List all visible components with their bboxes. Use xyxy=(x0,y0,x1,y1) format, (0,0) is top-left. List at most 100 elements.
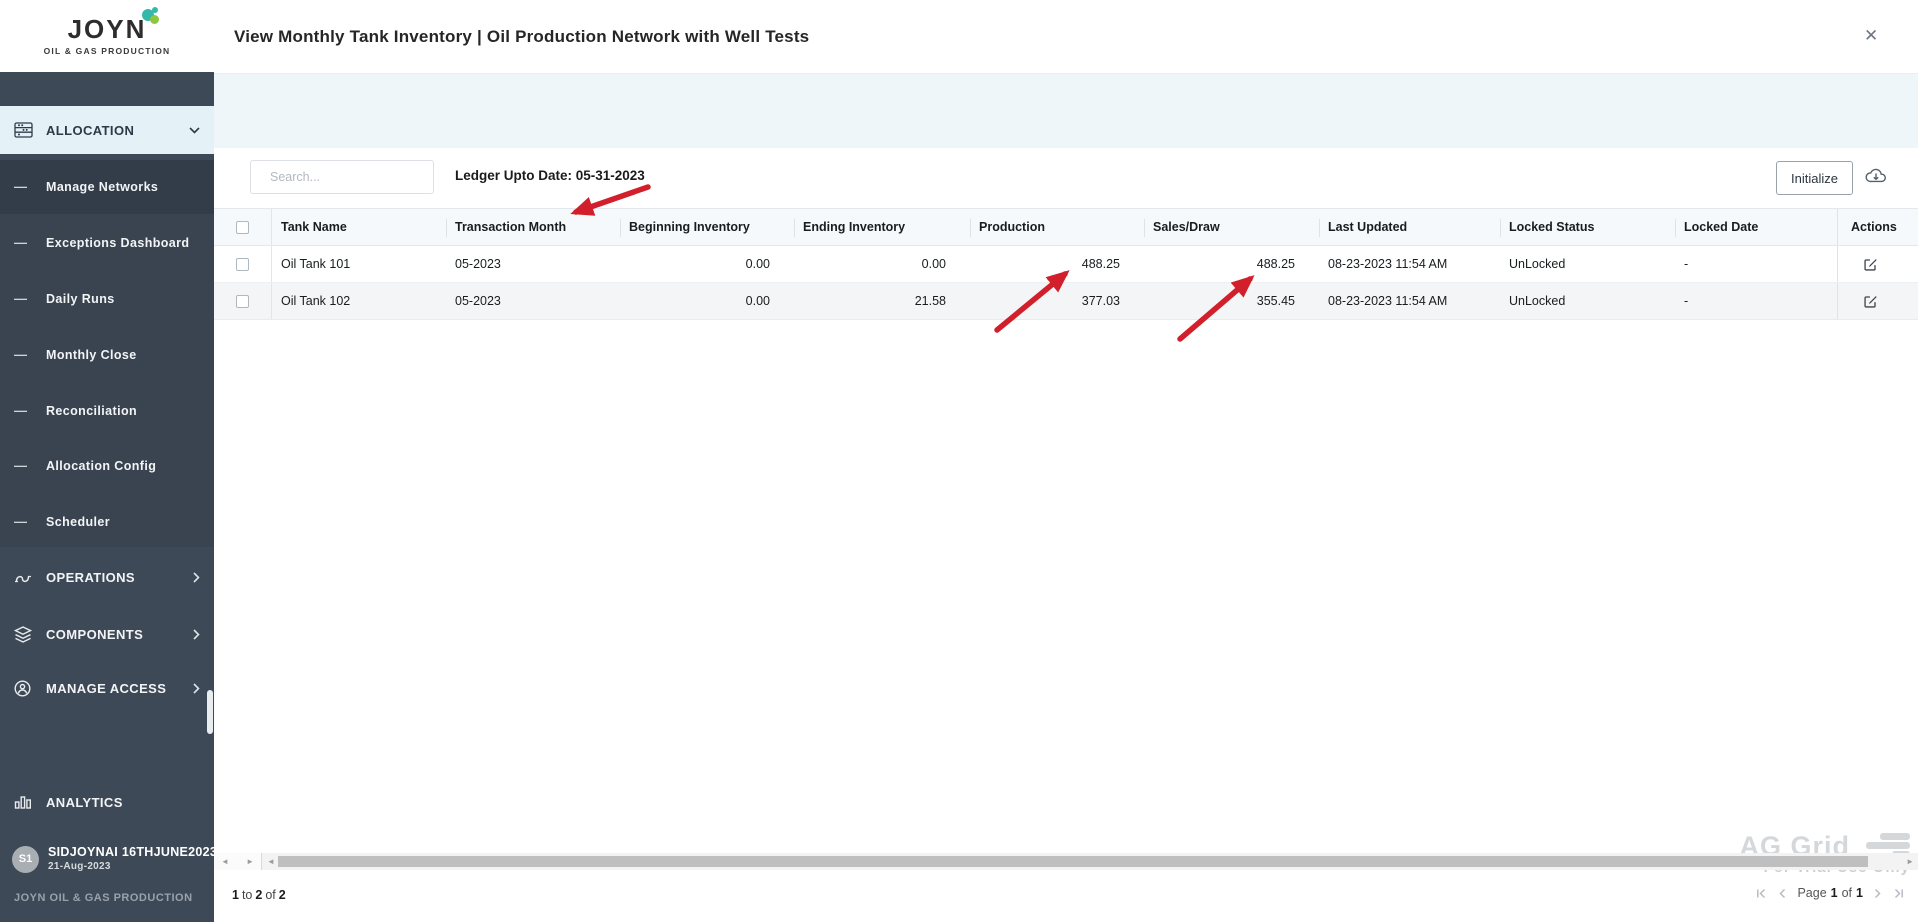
sidebar-item-label: ALLOCATION xyxy=(46,122,135,138)
allocation-icon xyxy=(14,122,36,138)
column-header-locked-date[interactable]: Locked Date xyxy=(1675,209,1837,245)
cell-transaction-month: 05-2023 xyxy=(455,257,501,271)
cell-production: 377.03 xyxy=(1081,294,1120,308)
column-header-locked-status[interactable]: Locked Status xyxy=(1500,209,1675,245)
cell-locked-date: - xyxy=(1684,294,1689,308)
column-header-ending-inventory[interactable]: Ending Inventory xyxy=(794,209,970,245)
column-header-sales-draw[interactable]: Sales/Draw xyxy=(1144,209,1319,245)
cell-transaction-month: 05-2023 xyxy=(455,294,501,308)
table-header-row: Tank Name Transaction Month Beginning In… xyxy=(214,208,1918,246)
dash-icon: — xyxy=(14,291,27,306)
scrollbar-track[interactable]: ◄ ► xyxy=(262,853,1918,870)
search-input[interactable] xyxy=(270,170,431,184)
summary-start: 1 xyxy=(232,888,239,902)
user-name: SIDJOYNAI 16THJUNE2023 xyxy=(48,844,218,859)
cell-tank-name: Oil Tank 101 xyxy=(281,257,351,271)
sidebar-item-monthly-close[interactable]: — Monthly Close xyxy=(0,338,214,372)
column-header-transaction-month[interactable]: Transaction Month xyxy=(446,209,620,245)
dash-icon: — xyxy=(14,235,27,250)
dash-icon: — xyxy=(14,458,27,473)
column-header-last-updated[interactable]: Last Updated xyxy=(1319,209,1500,245)
filter-bar: Product Oil Tanks 2 selected ✕ Month Ran… xyxy=(214,74,1918,205)
sidebar-item-manage-access[interactable]: MANAGE ACCESS xyxy=(0,671,214,705)
components-icon xyxy=(14,625,36,643)
cell-last-updated: 08-23-2023 11:54 AM xyxy=(1328,294,1448,308)
sidebar-item-daily-runs[interactable]: — Daily Runs xyxy=(0,282,214,316)
pagination: Page 1 of 1 xyxy=(1756,886,1904,900)
toolbar: Ledger Upto Date: 05-31-2023 Initialize xyxy=(214,148,1918,208)
logo[interactable]: JOYN OIL & GAS PRODUCTION xyxy=(0,0,214,72)
current-page: 1 xyxy=(1830,886,1838,900)
sidebar-item-analytics[interactable]: ANALYTICS xyxy=(0,785,214,819)
table-footer: 1 to 2 of 2 Page 1 of 1 xyxy=(214,878,1918,922)
dash-icon: — xyxy=(14,347,27,362)
initialize-button[interactable]: Initialize xyxy=(1776,161,1853,195)
first-page-icon[interactable] xyxy=(1756,888,1767,899)
manage-access-icon xyxy=(14,679,36,697)
pinned-scrollbar-section: ◄ ► xyxy=(214,853,262,870)
row-checkbox[interactable] xyxy=(236,294,249,308)
table-row[interactable]: Oil Tank 102 05-2023 0.00 21.58 377.03 3… xyxy=(214,283,1918,320)
sidebar-item-allocation-config[interactable]: — Allocation Config xyxy=(0,449,214,483)
page-of-word: of xyxy=(1841,886,1853,900)
sidebar-item-label: Monthly Close xyxy=(46,348,137,362)
edit-icon[interactable] xyxy=(1863,294,1878,309)
column-header-beginning-inventory[interactable]: Beginning Inventory xyxy=(620,209,794,245)
cell-locked-date: - xyxy=(1684,257,1689,271)
sidebar-item-label: Reconciliation xyxy=(46,404,138,418)
column-header-tank-name[interactable]: Tank Name xyxy=(272,209,446,245)
row-range-summary: 1 to 2 of 2 xyxy=(232,888,286,902)
sidebar-item-label: MANAGE ACCESS xyxy=(46,680,167,696)
cloud-download-icon[interactable] xyxy=(1864,166,1888,187)
sidebar-item-label: Daily Runs xyxy=(46,292,115,306)
cell-ending-inventory: 21.58 xyxy=(914,294,946,308)
prev-page-icon[interactable] xyxy=(1778,888,1786,899)
sidebar-item-allocation[interactable]: ALLOCATION xyxy=(0,106,214,154)
cell-sales-draw: 355.45 xyxy=(1256,294,1295,308)
sidebar-item-label: OPERATIONS xyxy=(46,569,135,585)
scroll-left-icon[interactable]: ◄ xyxy=(221,853,229,870)
main-panel: View Monthly Tank Inventory | Oil Produc… xyxy=(214,0,1918,922)
sidebar-item-label: Scheduler xyxy=(46,515,111,529)
sidebar-item-operations[interactable]: OPERATIONS xyxy=(0,560,214,594)
scroll-left-icon[interactable]: ◄ xyxy=(267,853,275,870)
sidebar-scrollbar[interactable] xyxy=(207,690,213,734)
sidebar-item-components[interactable]: COMPONENTS xyxy=(0,617,214,651)
sidebar-item-label: Manage Networks xyxy=(46,180,159,194)
horizontal-scrollbar: ◄ ► ◄ ► xyxy=(214,853,1918,870)
close-icon[interactable]: ✕ xyxy=(1864,26,1878,46)
sidebar-item-reconciliation[interactable]: — Reconciliation xyxy=(0,394,214,428)
cell-production: 488.25 xyxy=(1081,257,1120,271)
sidebar-item-label: COMPONENTS xyxy=(46,626,144,642)
summary-to-word: to xyxy=(241,888,253,902)
user-profile[interactable]: S1 SIDJOYNAI 16THJUNE2023 21-Aug-2023 xyxy=(0,836,218,882)
summary-end: 2 xyxy=(255,888,263,902)
cell-tank-name: Oil Tank 102 xyxy=(281,294,351,308)
cell-locked-status: UnLocked xyxy=(1509,294,1566,308)
total-pages: 1 xyxy=(1856,886,1863,900)
sidebar-item-manage-networks[interactable]: — Manage Networks xyxy=(0,160,214,214)
title-bar: View Monthly Tank Inventory | Oil Produc… xyxy=(214,0,1918,74)
row-checkbox[interactable] xyxy=(236,257,249,271)
edit-icon[interactable] xyxy=(1863,257,1878,272)
chevron-right-icon xyxy=(193,628,200,640)
table-row[interactable]: Oil Tank 101 05-2023 0.00 0.00 488.25 48… xyxy=(214,246,1918,283)
cell-ending-inventory: 0.00 xyxy=(921,257,946,271)
sidebar-item-scheduler[interactable]: — Scheduler xyxy=(0,505,214,539)
last-page-icon[interactable] xyxy=(1893,888,1904,899)
cell-beginning-inventory: 0.00 xyxy=(745,257,770,271)
select-all-checkbox[interactable] xyxy=(236,220,249,234)
column-header-actions: Actions xyxy=(1837,209,1918,245)
page-word: Page xyxy=(1797,886,1827,900)
next-page-icon[interactable] xyxy=(1874,888,1882,899)
cell-beginning-inventory: 0.00 xyxy=(745,294,770,308)
scroll-right-icon[interactable]: ► xyxy=(1906,853,1914,870)
scroll-right-icon[interactable]: ► xyxy=(246,853,254,870)
column-header-production[interactable]: Production xyxy=(970,209,1144,245)
chevron-down-icon xyxy=(189,126,200,134)
scrollbar-thumb[interactable] xyxy=(278,856,1868,867)
sidebar-item-exceptions-dashboard[interactable]: — Exceptions Dashboard xyxy=(0,226,214,260)
sidebar-item-label: ANALYTICS xyxy=(46,794,123,810)
page-title: View Monthly Tank Inventory | Oil Produc… xyxy=(234,27,810,46)
summary-total: 2 xyxy=(278,888,286,902)
